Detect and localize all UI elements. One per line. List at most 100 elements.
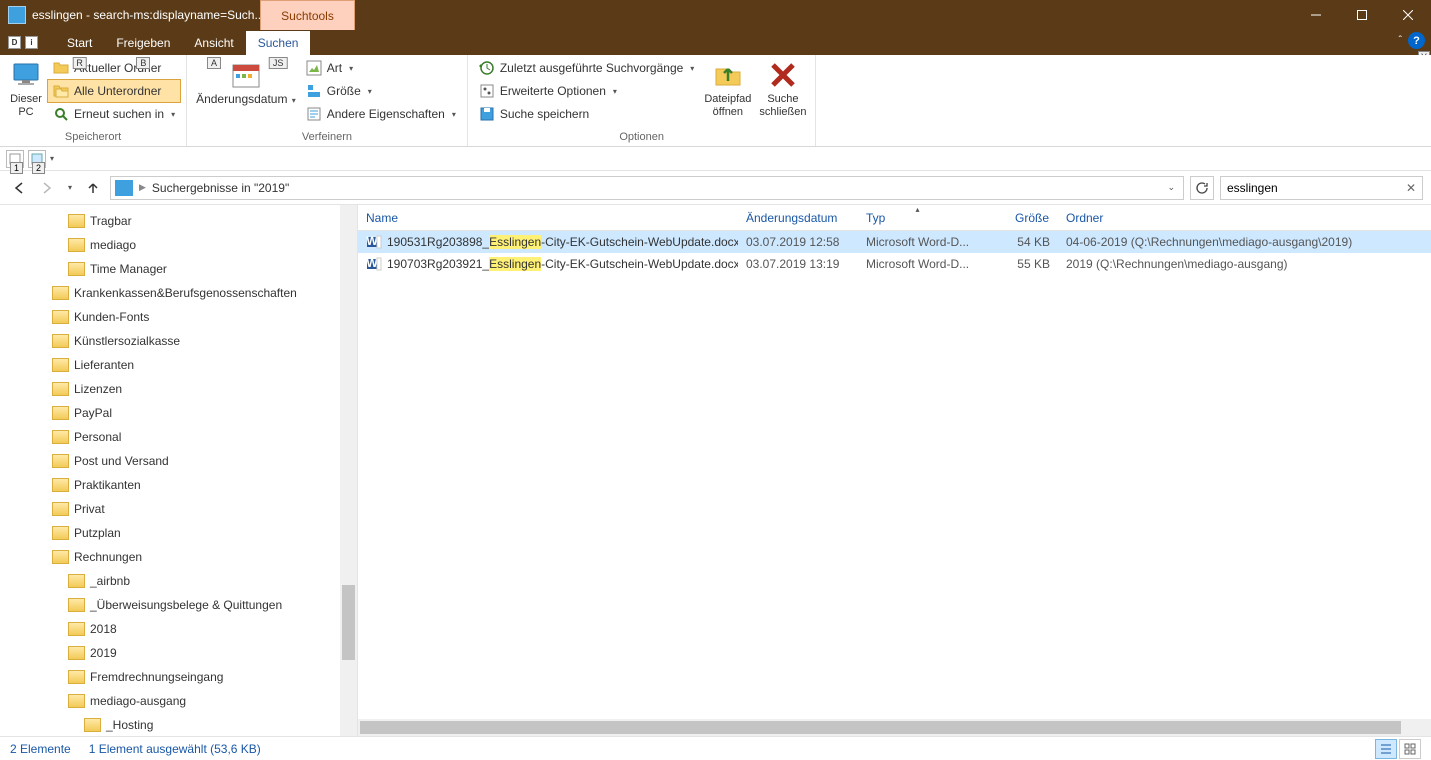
app-icon	[8, 6, 26, 24]
groesse-button[interactable]: Größe▾	[301, 80, 461, 102]
tree-item-label: Tragbar	[90, 214, 132, 228]
refresh-button[interactable]	[1190, 176, 1214, 200]
file-list[interactable]: W190531Rg203898_Esslingen-City-EK-Gutsch…	[358, 231, 1431, 719]
column-header-size[interactable]: Größe	[978, 205, 1058, 230]
address-bar[interactable]: ▶ Suchergebnisse in "2019" ⌄	[110, 176, 1184, 200]
folder-icon	[52, 286, 69, 300]
maximize-button[interactable]	[1339, 0, 1385, 30]
erweiterte-optionen-button[interactable]: Erweiterte Optionen▾	[474, 80, 699, 102]
andere-eigenschaften-button[interactable]: Andere Eigenschaften▾	[301, 103, 461, 125]
dieser-pc-button[interactable]: Dieser PC	[6, 57, 46, 121]
tree-item[interactable]: Künstlersozialkasse	[0, 329, 340, 353]
file-date: 03.07.2019 13:19	[738, 257, 858, 271]
tree-item[interactable]: Privat	[0, 497, 340, 521]
close-search-icon	[767, 59, 799, 91]
keytip: B	[136, 57, 150, 69]
recent-dropdown[interactable]: ▾	[64, 177, 76, 199]
location-icon	[115, 180, 133, 196]
view-details-button[interactable]	[1375, 739, 1397, 759]
tree-item-label: PayPal	[74, 406, 112, 420]
contextual-tab-searchtools[interactable]: Suchtools	[260, 0, 355, 30]
tab-freigeben[interactable]: FreigebenB	[104, 31, 182, 55]
keytip: R	[72, 57, 87, 69]
folder-icon	[84, 718, 101, 732]
dateipfad-oeffnen-button[interactable]: Dateipfad öffnen	[701, 57, 754, 121]
qat-item-2[interactable]: 2	[28, 150, 46, 168]
ribbon-collapse-icon[interactable]: ˆ	[1399, 35, 1402, 46]
tree-item[interactable]: Praktikanten	[0, 473, 340, 497]
file-row[interactable]: W190703Rg203921_Esslingen-City-EK-Gutsch…	[358, 253, 1431, 275]
folder-icon	[52, 406, 69, 420]
tree-item[interactable]: 2019	[0, 641, 340, 665]
tree-item[interactable]: Personal	[0, 425, 340, 449]
column-header-name[interactable]: Name	[358, 205, 738, 230]
tree-item[interactable]: Tragbar	[0, 209, 340, 233]
tree-item[interactable]: PayPal	[0, 401, 340, 425]
tree-item[interactable]: mediago	[0, 233, 340, 257]
art-button[interactable]: Art▾	[301, 57, 461, 79]
folder-tree[interactable]: Tragbar mediagoTime Manager Krankenkassen&…	[0, 205, 340, 736]
qat-file-label[interactable]: D	[8, 36, 21, 49]
horizontal-scrollbar[interactable]	[358, 719, 1431, 736]
suche-speichern-button[interactable]: Suche speichern	[474, 103, 699, 125]
address-dropdown-icon[interactable]: ⌄	[1163, 182, 1179, 193]
close-button[interactable]	[1385, 0, 1431, 30]
group-label: Speicherort	[6, 131, 180, 146]
open-path-icon	[712, 59, 744, 91]
file-name: 190703Rg203921_Esslingen-City-EK-Gutsche…	[387, 257, 738, 271]
tree-item-label: Krankenkassen&Berufsgenossenschaften	[74, 286, 297, 300]
tree-item[interactable]: 2018	[0, 617, 340, 641]
tab-suchen[interactable]: SuchenJS	[246, 31, 311, 55]
qat-file-label2[interactable]: i	[25, 36, 38, 49]
tree-item-label: Künstlersozialkasse	[74, 334, 180, 348]
suche-schliessen-button[interactable]: Suche schließen	[756, 57, 809, 121]
tree-item[interactable]: _airbnb	[0, 569, 340, 593]
file-row[interactable]: W190531Rg203898_Esslingen-City-EK-Gutsch…	[358, 231, 1431, 253]
folder-icon	[68, 670, 85, 684]
tree-item[interactable]: _Hosting	[0, 713, 340, 736]
tree-item[interactable]: Krankenkassen&Berufsgenossenschaften	[0, 281, 340, 305]
tree-item[interactable]: Lizenzen	[0, 377, 340, 401]
tree-scrollbar[interactable]	[340, 205, 357, 736]
folder-icon	[68, 694, 85, 708]
tree-item[interactable]: Putzplan	[0, 521, 340, 545]
tree-item[interactable]: Rechnungen	[0, 545, 340, 569]
qat-dropdown-icon[interactable]: ▾	[50, 154, 54, 163]
column-header-type[interactable]: Typ▴	[858, 205, 978, 230]
alle-unterordner-button[interactable]: Alle Unterordner	[48, 80, 180, 102]
forward-button[interactable]	[36, 177, 58, 199]
zuletzt-suchvorgaenge-button[interactable]: Zuletzt ausgeführte Suchvorgänge▾	[474, 57, 699, 79]
tree-item[interactable]: mediago-ausgang	[0, 689, 340, 713]
label: Suche schließen	[759, 93, 806, 119]
search-box[interactable]: ✕	[1220, 176, 1423, 200]
scrollbar-thumb[interactable]	[342, 585, 355, 660]
scrollbar-thumb[interactable]	[360, 721, 1401, 734]
search-input[interactable]	[1227, 181, 1406, 195]
up-button[interactable]	[82, 177, 104, 199]
label: Dateipfad öffnen	[704, 93, 751, 119]
folder-icon	[68, 622, 85, 636]
breadcrumb-text[interactable]: Suchergebnisse in "2019"	[152, 181, 289, 195]
column-header-folder[interactable]: Ordner	[1058, 205, 1431, 230]
tab-start[interactable]: StartR	[55, 31, 104, 55]
view-icons-button[interactable]	[1399, 739, 1421, 759]
clear-search-icon[interactable]: ✕	[1406, 181, 1416, 195]
tree-item[interactable]: Fremdrechnungseingang	[0, 665, 340, 689]
tree-item[interactable]: Time Manager	[0, 257, 340, 281]
tab-ansicht[interactable]: AnsichtA	[182, 31, 245, 55]
column-header-date[interactable]: Änderungsdatum	[738, 205, 858, 230]
tree-item[interactable]: Kunden-Fonts	[0, 305, 340, 329]
qat-item-1[interactable]: 1	[6, 150, 24, 168]
tree-item[interactable]: _Überweisungsbelege & Quittungen	[0, 593, 340, 617]
erneut-suchen-button[interactable]: Erneut suchen in▾	[48, 103, 180, 125]
folder-icon	[52, 502, 69, 516]
folder-icon	[52, 310, 69, 324]
tree-item[interactable]: Post und Versand	[0, 449, 340, 473]
breadcrumb-separator-icon[interactable]: ▶	[139, 182, 146, 193]
minimize-button[interactable]	[1293, 0, 1339, 30]
tree-item[interactable]: Lieferanten	[0, 353, 340, 377]
back-button[interactable]	[8, 177, 30, 199]
label: Änderungsdatum ▾	[196, 93, 296, 107]
aktueller-ordner-button[interactable]: Aktueller Ordner	[48, 57, 180, 79]
help-icon[interactable]: ?	[1408, 32, 1425, 49]
